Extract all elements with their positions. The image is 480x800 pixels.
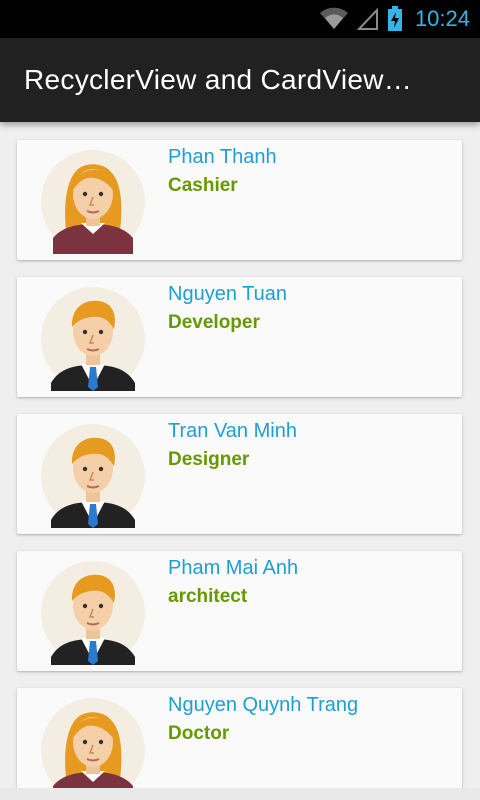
- app-title: RecyclerView and CardView…: [24, 64, 413, 95]
- person-card[interactable]: Nguyen Tuan Developer: [17, 277, 462, 397]
- person-role: architect: [168, 586, 248, 607]
- signal-icon: [356, 7, 378, 30]
- person-role: Developer: [168, 312, 260, 333]
- person-card[interactable]: Nguyen Quynh Trang Doctor: [17, 688, 462, 788]
- person-role: Doctor: [168, 723, 230, 744]
- wifi-icon: [319, 7, 348, 29]
- person-name: Pham Mai Anh: [168, 557, 299, 579]
- male-avatar-icon: [41, 287, 145, 391]
- app-bar: RecyclerView and CardView…: [0, 38, 480, 122]
- person-name: Phan Thanh: [168, 146, 277, 168]
- battery-charging-icon: [387, 6, 402, 31]
- female-avatar-icon: [41, 698, 145, 788]
- female-avatar-icon: [41, 150, 145, 254]
- person-role: Cashier: [168, 175, 238, 196]
- person-name: Tran Van Minh: [168, 420, 297, 442]
- person-card[interactable]: Pham Mai Anh architect: [17, 551, 462, 671]
- male-avatar-icon: [41, 424, 145, 528]
- status-bar: 10:24: [0, 0, 480, 38]
- person-card[interactable]: Tran Van Minh Designer: [17, 414, 462, 534]
- person-role: Designer: [168, 449, 250, 470]
- recycler-list[interactable]: Phan Thanh Cashier Nguyen Tuan Developer: [0, 122, 480, 788]
- person-card[interactable]: Phan Thanh Cashier: [17, 140, 462, 260]
- status-icons: 10:24: [319, 0, 470, 38]
- person-name: Nguyen Quynh Trang: [168, 694, 359, 716]
- male-avatar-icon: [41, 561, 145, 665]
- person-name: Nguyen Tuan: [168, 283, 287, 305]
- bottom-edge: [0, 788, 480, 800]
- clock-time: 10:24: [414, 6, 470, 31]
